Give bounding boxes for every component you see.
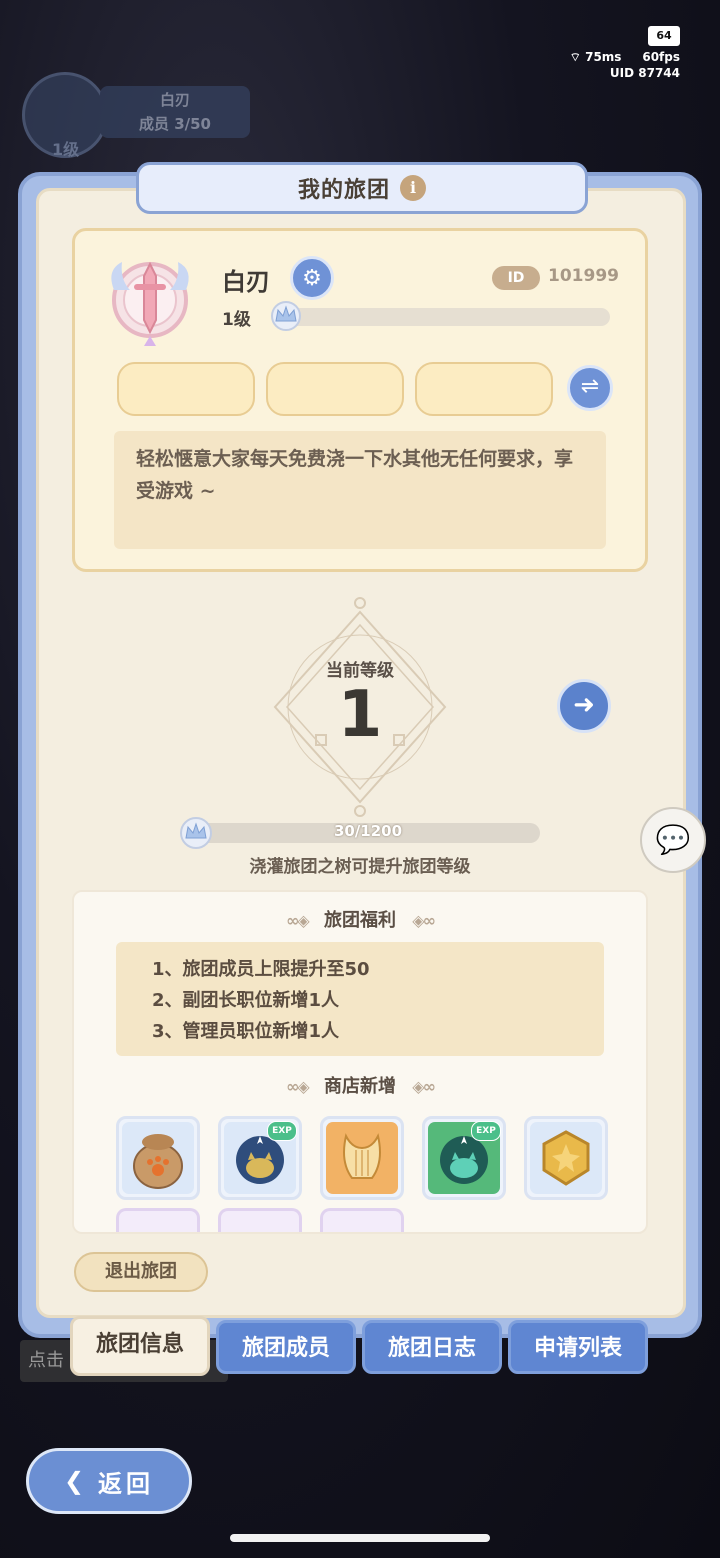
benefits-list: 1、旅团成员上限提升至50 2、副团长职位新增1人 3、管理员职位新增1人 xyxy=(116,942,604,1056)
info-icon[interactable]: i xyxy=(400,175,426,201)
ornament-left-icon: ∞◈ xyxy=(286,1077,310,1096)
shop-item[interactable]: EXP xyxy=(422,1116,506,1200)
network-stats: ⌔ 75ms 60fps xyxy=(570,50,680,65)
fps-value: 60fps xyxy=(642,50,680,64)
crown-icon xyxy=(270,301,302,331)
ornament-right-icon: ◈∞ xyxy=(412,911,436,930)
back-label: 返回 xyxy=(98,1469,155,1498)
gear-icon: ⚙ xyxy=(302,265,322,291)
shop-item-partial[interactable] xyxy=(218,1208,302,1232)
guild-level-progress-bar xyxy=(282,308,610,326)
shop-header: ∞◈ 商店新增 ◈∞ xyxy=(74,1072,646,1098)
shop-item[interactable] xyxy=(320,1116,404,1200)
chat-float-button[interactable]: 💬 xyxy=(640,807,706,873)
leave-guild-button[interactable]: 退出旅团 xyxy=(74,1252,208,1292)
shop-items-row: EXP EXP xyxy=(116,1116,608,1200)
tab-guild-log[interactable]: 旅团日志 xyxy=(362,1320,502,1374)
background-guild-badge: 1级 白刃 成员 3/50 xyxy=(10,70,260,160)
arrow-right-icon: ➜ xyxy=(573,690,595,720)
dialog-title: 我的旅团 xyxy=(297,178,390,203)
tab-application-list[interactable]: 申请列表 xyxy=(508,1320,648,1374)
shop-item[interactable] xyxy=(116,1116,200,1200)
dialog-title-banner: 我的旅团 i xyxy=(136,162,588,214)
shop-items-row-partial xyxy=(116,1208,404,1232)
ornament-left-icon: ∞◈ xyxy=(286,911,310,930)
tab-guild-members[interactable]: 旅团成员 xyxy=(216,1320,356,1374)
home-indicator[interactable] xyxy=(230,1534,490,1542)
next-level-button[interactable]: ➜ xyxy=(557,679,611,733)
settings-gear-button[interactable]: ⚙ xyxy=(290,256,334,300)
benefits-header: ∞◈ 旅团福利 ◈∞ xyxy=(74,906,646,932)
guild-level-label: 1级 xyxy=(222,310,251,330)
badge-slot-3[interactable] xyxy=(415,362,553,416)
background-name-plate: 白刃 成员 3/50 xyxy=(100,86,250,138)
tab-guild-info[interactable]: 旅团信息 xyxy=(70,1316,210,1376)
benefits-section: ∞◈ 旅团福利 ◈∞ 1、旅团成员上限提升至50 2、副团长职位新增1人 3、管… xyxy=(72,890,648,1234)
paw-bag-icon xyxy=(122,1122,194,1194)
exp-tag: EXP xyxy=(471,1121,501,1141)
current-level-value: 1 xyxy=(337,678,383,752)
shop-item-partial[interactable] xyxy=(320,1208,404,1232)
background-level: 1级 xyxy=(52,140,80,159)
guild-emblem-icon xyxy=(104,250,196,350)
benefit-item: 3、管理员职位新增1人 xyxy=(152,1021,340,1042)
ping-value: 75ms xyxy=(585,50,622,64)
status-overlay: 64 ⌔ 75ms 60fps UID 87744 xyxy=(530,26,680,82)
swap-icon: ⇌ xyxy=(580,374,600,399)
benefit-item: 1、旅团成员上限提升至50 xyxy=(152,959,370,980)
chat-bubble-icon: 💬 xyxy=(655,823,691,856)
badge-slot-1[interactable] xyxy=(117,362,255,416)
uid-label: UID 87744 xyxy=(609,66,680,80)
badge-slot-2[interactable] xyxy=(266,362,404,416)
guild-name: 白刃 xyxy=(222,268,270,296)
shop-title: 商店新增 xyxy=(324,1076,396,1097)
id-badge: ID xyxy=(492,266,540,290)
gold-coin-icon xyxy=(530,1122,602,1194)
exp-tag: EXP xyxy=(267,1121,297,1141)
xp-crown-icon xyxy=(180,817,212,849)
shop-item-partial[interactable] xyxy=(116,1208,200,1232)
background-members: 成员 3/50 xyxy=(138,115,211,133)
battery-indicator: 64 xyxy=(648,26,680,46)
xp-hint-text: 浇灌旅团之树可提升旅团等级 xyxy=(249,857,471,877)
shop-item[interactable] xyxy=(524,1116,608,1200)
swap-badges-button[interactable]: ⇌ xyxy=(567,365,613,411)
guild-xp-text: 30/1200 xyxy=(333,822,403,840)
ornament-right-icon: ◈∞ xyxy=(412,1077,436,1096)
guild-id-value: 101999 xyxy=(548,266,619,286)
back-button[interactable]: ❮ 返回 xyxy=(26,1448,192,1514)
shop-item[interactable]: EXP xyxy=(218,1116,302,1200)
benefits-title: 旅团福利 xyxy=(324,910,396,931)
lyre-icon xyxy=(326,1122,398,1194)
wifi-icon: ⌔ xyxy=(569,50,581,64)
background-guild-name: 白刃 xyxy=(159,91,190,109)
back-arrow-icon: ❮ xyxy=(63,1467,89,1495)
benefit-item: 2、副团长职位新增1人 xyxy=(152,990,340,1011)
guild-description: 轻松惬意大家每天免费浇一下水其他无任何要求，享受游戏 ~ xyxy=(114,431,606,549)
